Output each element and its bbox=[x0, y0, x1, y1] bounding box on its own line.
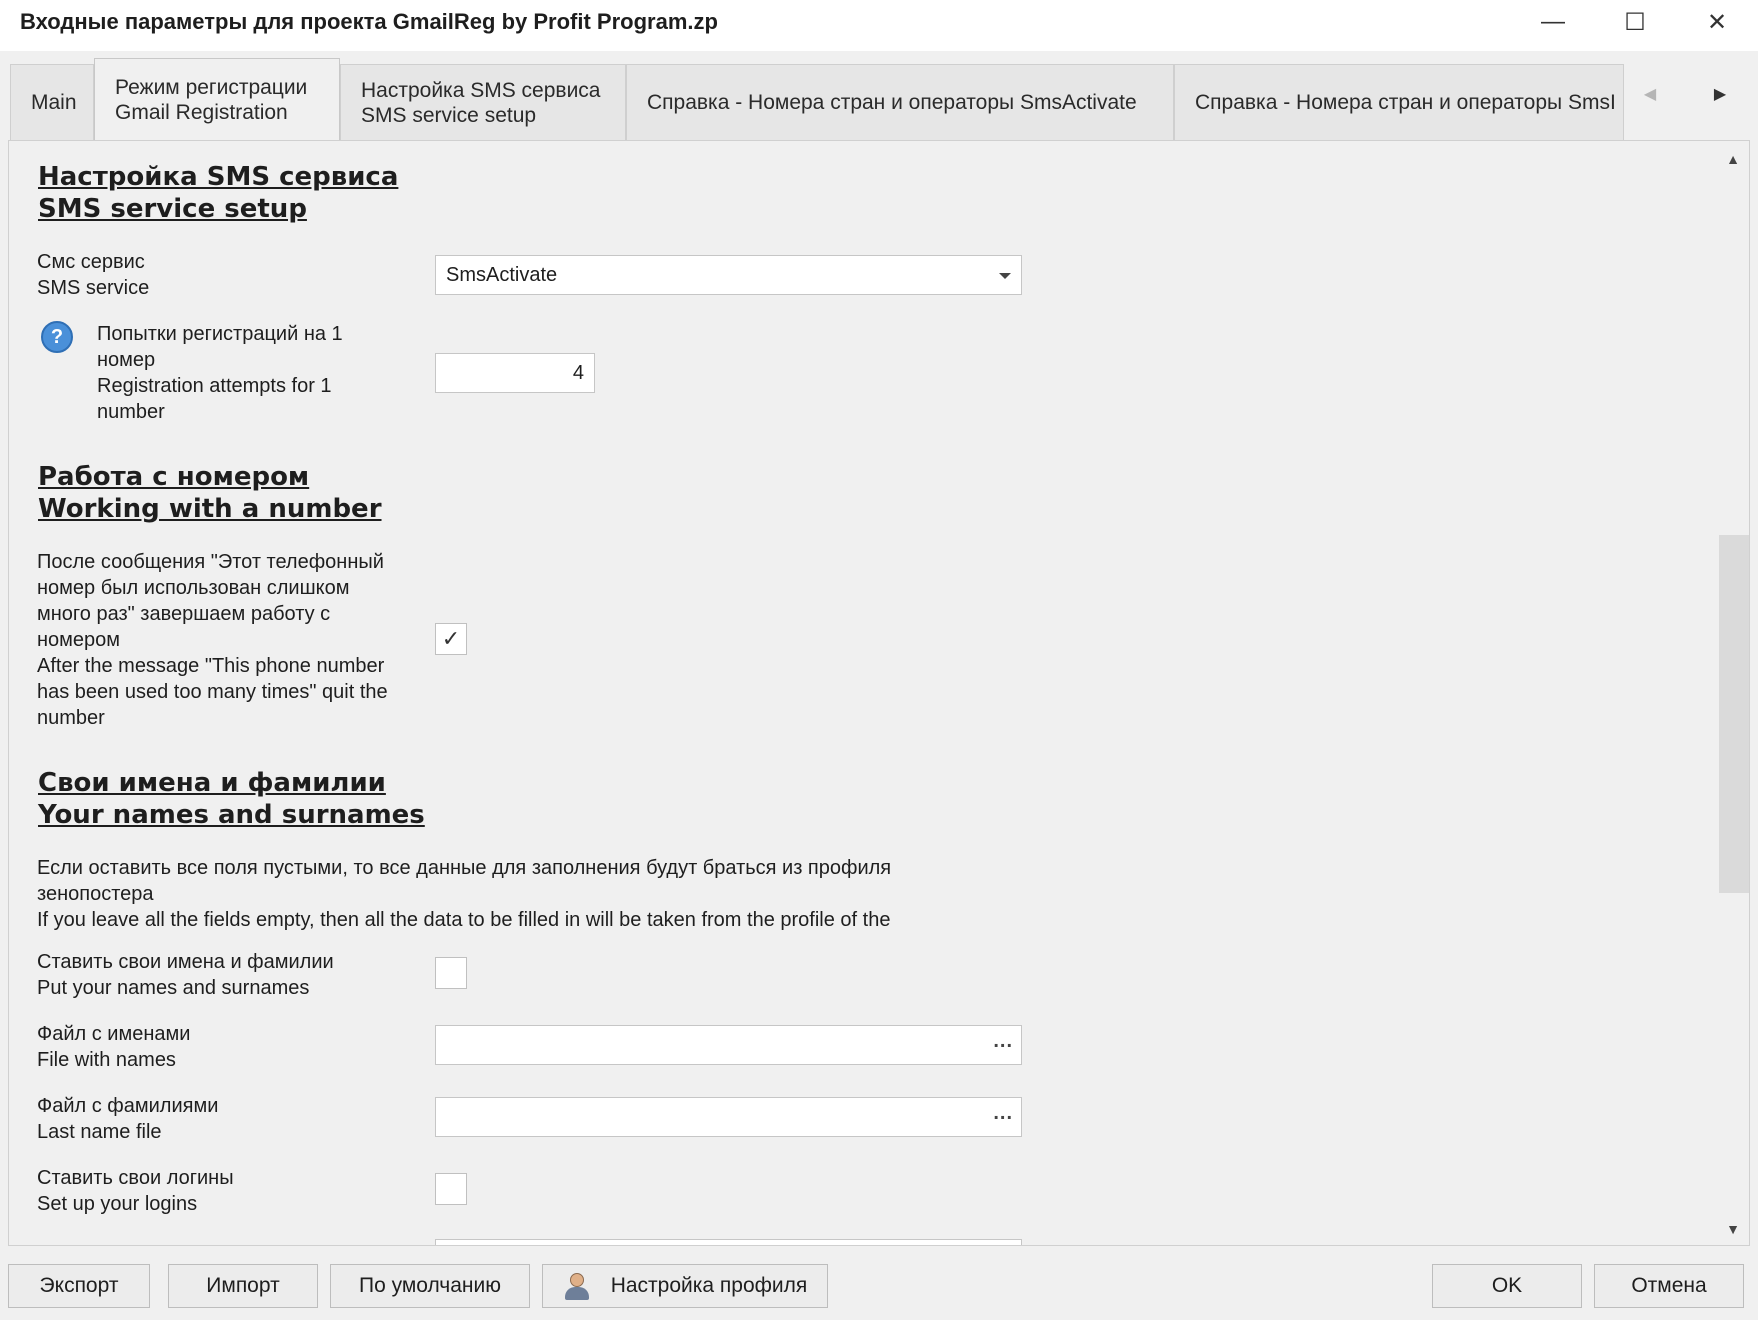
maximize-button[interactable]: ☐ bbox=[1594, 0, 1676, 44]
close-icon: ✕ bbox=[1706, 8, 1728, 36]
tab-main[interactable]: Main bbox=[10, 64, 94, 140]
profile-settings-button[interactable]: Настройка профиля bbox=[542, 1264, 828, 1308]
chevron-down-icon bbox=[999, 273, 1011, 279]
import-button[interactable]: Импорт bbox=[168, 1264, 318, 1308]
names-file-input[interactable]: ... bbox=[435, 1025, 1022, 1065]
minimize-icon: — bbox=[1541, 8, 1565, 35]
scroll-thumb[interactable] bbox=[1719, 535, 1749, 893]
section-title-names: Свои имена и фамилии Your names and surn… bbox=[38, 768, 425, 830]
help-icon[interactable]: ? bbox=[41, 321, 73, 353]
tab-label: Справка - Номера стран и операторы SmsAc… bbox=[647, 91, 1137, 114]
ok-button[interactable]: OK bbox=[1432, 1264, 1582, 1308]
lastname-file-label: Файл с фамилиями Last name file bbox=[37, 1095, 219, 1143]
partial-input[interactable] bbox=[435, 1239, 1022, 1245]
cancel-button[interactable]: Отмена bbox=[1594, 1264, 1744, 1308]
scroll-down-icon[interactable]: ▼ bbox=[1717, 1217, 1749, 1241]
sms-service-label: Смс сервис SMS service bbox=[37, 251, 150, 299]
maximize-icon: ☐ bbox=[1624, 8, 1646, 36]
vertical-scrollbar[interactable]: ▲ ▼ bbox=[1717, 141, 1749, 1245]
tab-help-other[interactable]: Справка - Номера стран и операторы SmsI bbox=[1174, 64, 1624, 140]
tab-scroll-left-icon[interactable]: ◀ bbox=[1630, 80, 1670, 108]
check-icon: ✓ bbox=[441, 626, 461, 651]
browse-button[interactable]: ... bbox=[993, 1102, 1013, 1125]
tab-strip: Main Режим регистрации Gmail Registratio… bbox=[8, 58, 1626, 140]
user-icon bbox=[563, 1271, 591, 1301]
tab-scroll-right-icon[interactable]: ▶ bbox=[1700, 80, 1740, 108]
tab-label: SMS service setup bbox=[361, 103, 537, 127]
tab-label: Режим регистрации bbox=[115, 75, 308, 99]
attempts-input[interactable]: 4 bbox=[435, 353, 595, 393]
put-logins-checkbox[interactable] bbox=[435, 1173, 467, 1205]
put-names-label: Ставить свои имена и фамилии Put your na… bbox=[37, 951, 334, 999]
quit-number-label: После сообщения "Этот телефонный номер б… bbox=[37, 551, 388, 729]
tab-gmail-registration[interactable]: Режим регистрации Gmail Registration bbox=[94, 58, 340, 140]
minimize-button[interactable]: — bbox=[1512, 0, 1594, 44]
profile-button-label: Настройка профиля bbox=[610, 1274, 808, 1297]
tab-label: Настройка SMS сервиса bbox=[361, 78, 601, 102]
sms-service-select[interactable]: SmsActivate bbox=[435, 255, 1022, 295]
settings-panel: Настройка SMS сервиса SMS service setup … bbox=[8, 140, 1750, 1246]
default-button[interactable]: По умолчанию bbox=[330, 1264, 530, 1308]
tab-label: Main bbox=[31, 91, 77, 114]
section-title-number: Работа с номером Working with a number bbox=[38, 462, 382, 524]
tab-label: Gmail Registration bbox=[115, 100, 288, 124]
close-button[interactable]: ✕ bbox=[1676, 0, 1758, 44]
lastname-file-input[interactable]: ... bbox=[435, 1097, 1022, 1137]
names-file-label: Файл с именами File with names bbox=[37, 1023, 191, 1071]
window-title: Входные параметры для проекта GmailReg b… bbox=[20, 9, 718, 34]
tab-label: Справка - Номера стран и операторы SmsI bbox=[1195, 91, 1616, 114]
browse-button[interactable]: ... bbox=[993, 1030, 1013, 1053]
names-note: Если оставить все поля пустыми, то все д… bbox=[37, 857, 892, 931]
section-title-sms: Настройка SMS сервиса SMS service setup bbox=[38, 162, 399, 224]
put-names-checkbox[interactable] bbox=[435, 957, 467, 989]
title-bar: Входные параметры для проекта GmailReg b… bbox=[0, 0, 1758, 51]
export-button[interactable]: Экспорт bbox=[8, 1264, 150, 1308]
sms-service-value: SmsActivate bbox=[446, 264, 558, 286]
tab-sms-setup[interactable]: Настройка SMS сервиса SMS service setup bbox=[340, 64, 626, 140]
attempts-label: Попытки регистраций на 1 номер Registrat… bbox=[97, 323, 343, 423]
scroll-up-icon[interactable]: ▲ bbox=[1717, 147, 1749, 171]
tab-help-smsactivate[interactable]: Справка - Номера стран и операторы SmsAc… bbox=[626, 64, 1174, 140]
quit-number-checkbox[interactable]: ✓ bbox=[435, 623, 467, 655]
put-logins-label: Ставить свои логины Set up your logins bbox=[37, 1167, 234, 1215]
